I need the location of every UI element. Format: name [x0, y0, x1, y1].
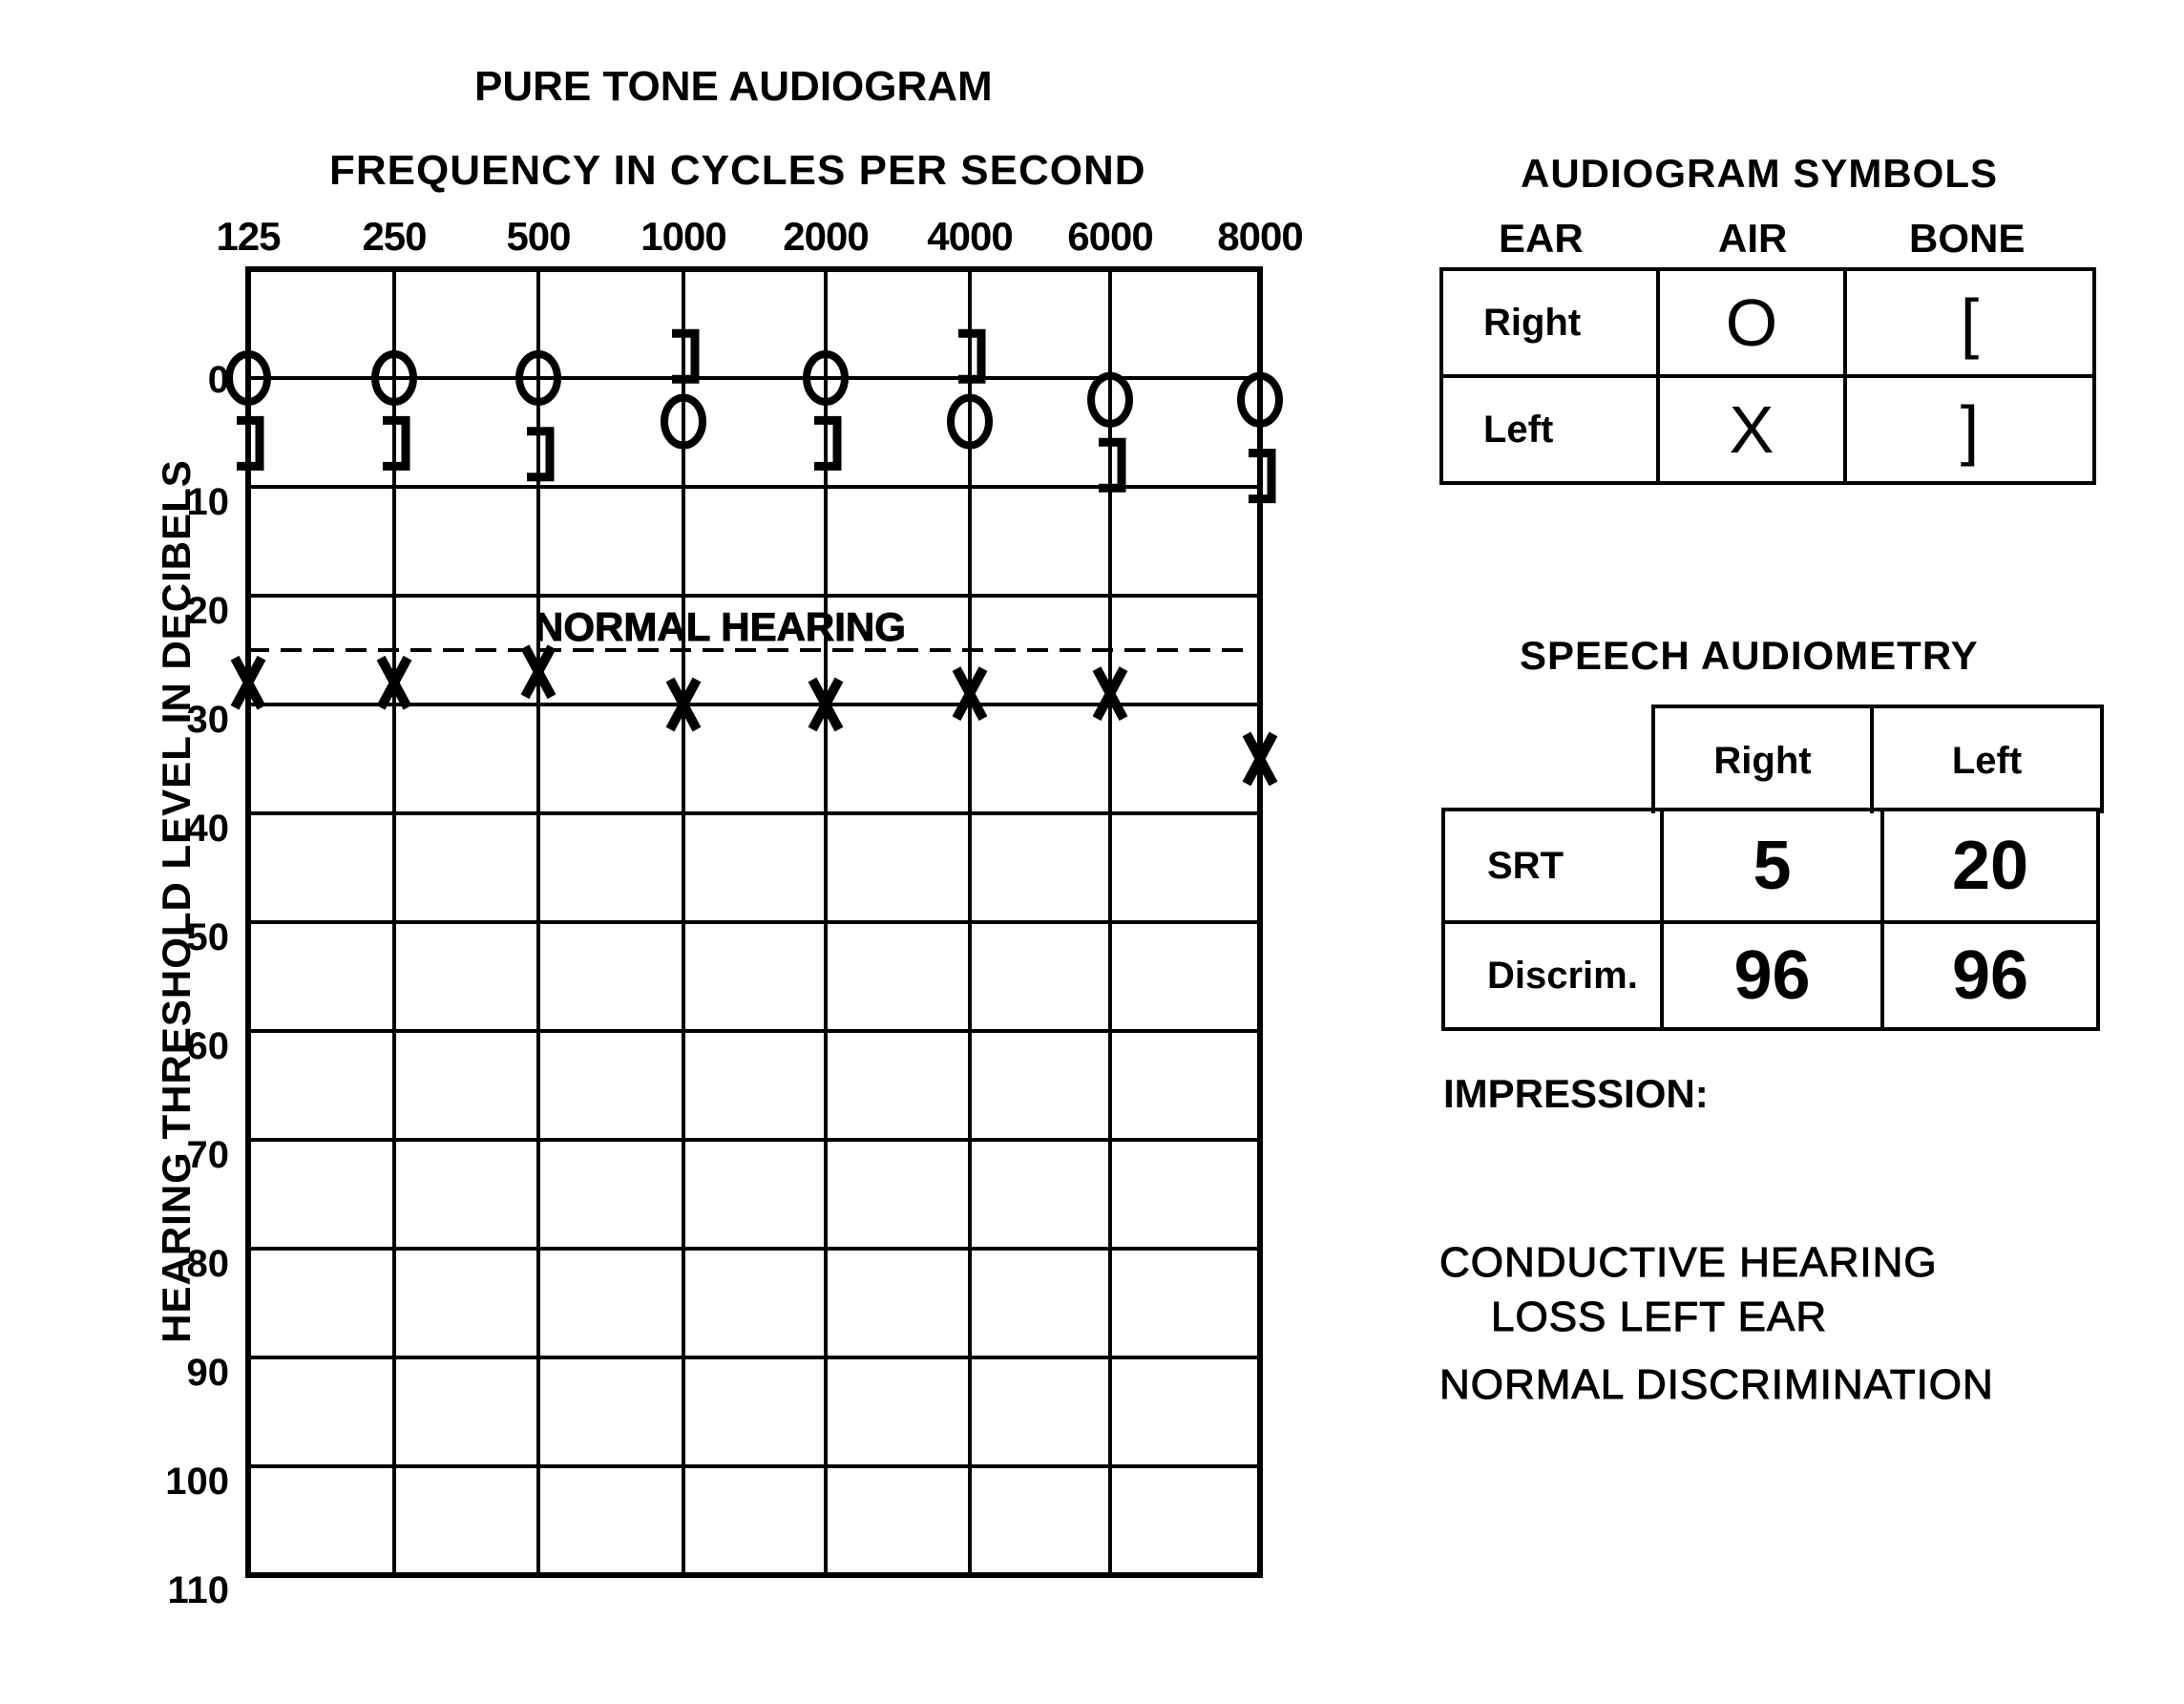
symbols-ear-right: Right: [1439, 267, 1660, 378]
x-tick-label: 4000: [927, 214, 1012, 259]
srt-right-value: 5: [1660, 808, 1884, 924]
y-tick-label: 10: [187, 481, 230, 523]
speech-header-row: Right Left: [1651, 705, 2104, 813]
audiogram-symbols-table: Right O [ Left X ]: [1439, 267, 2096, 485]
symbols-header-bone: BONE: [1909, 216, 2026, 261]
table-row: Right O [: [1439, 267, 2096, 378]
right-bone-symbol: [: [1843, 267, 2096, 378]
y-tick-label: 80: [187, 1243, 230, 1285]
y-tick-label: 20: [187, 590, 230, 632]
y-tick-label: 70: [187, 1134, 230, 1176]
left-air-symbol: X: [1656, 374, 1847, 485]
y-tick-label: 60: [187, 1025, 230, 1067]
speech-header-right: Right: [1655, 708, 1874, 813]
x-tick-label: 8000: [1217, 214, 1302, 259]
table-row: SRT 5 20: [1441, 808, 2100, 924]
impression-line-3: NORMAL DISCRIMINATION: [1439, 1361, 1994, 1409]
y-tick-label: 90: [187, 1352, 230, 1394]
y-tick-label: 100: [165, 1461, 229, 1503]
x-tick-label: 1000: [640, 214, 725, 259]
speech-header-left: Left: [1951, 739, 2023, 782]
right-air-symbol: O: [1656, 267, 1847, 378]
speech-row-label: Discrim.: [1441, 920, 1664, 1031]
table-row: Discrim. 96 96: [1441, 920, 2100, 1031]
y-tick-label: 30: [187, 699, 230, 741]
discrim-left-value: 96: [1880, 920, 2100, 1031]
symbols-title: AUDIOGRAM SYMBOLS: [1521, 151, 1998, 196]
impression-label: IMPRESSION:: [1443, 1071, 1709, 1116]
normal-hearing-label: NORMAL HEARING: [535, 604, 906, 649]
symbols-header-ear: EAR: [1499, 216, 1584, 261]
x-tick-label: 250: [362, 214, 426, 259]
x-tick-label: 2000: [783, 214, 868, 259]
x-tick-label: 6000: [1067, 214, 1152, 259]
table-row: Left X ]: [1439, 374, 2096, 485]
x-tick-label: 500: [506, 214, 570, 259]
x-tick-label: 125: [216, 214, 281, 259]
impression-line-2: LOSS LEFT EAR: [1490, 1294, 1828, 1341]
symbols-header-air: AIR: [1718, 216, 1788, 261]
srt-left-value: 20: [1880, 808, 2100, 924]
left-bone-symbol: ]: [1843, 374, 2096, 485]
y-tick-label: 110: [167, 1569, 229, 1611]
speech-title: SPEECH AUDIOMETRY: [1520, 633, 1979, 678]
impression-line-1: CONDUCTIVE HEARING: [1439, 1239, 1938, 1287]
y-tick-label: 50: [187, 916, 230, 958]
discrim-right-value: 96: [1660, 920, 1884, 1031]
speech-row-label: SRT: [1441, 808, 1664, 924]
speech-audiometry-table: SRT 5 20 Discrim. 96 96: [1441, 808, 2100, 1031]
symbols-ear-left: Left: [1439, 374, 1660, 485]
y-tick-label: 40: [187, 808, 230, 850]
